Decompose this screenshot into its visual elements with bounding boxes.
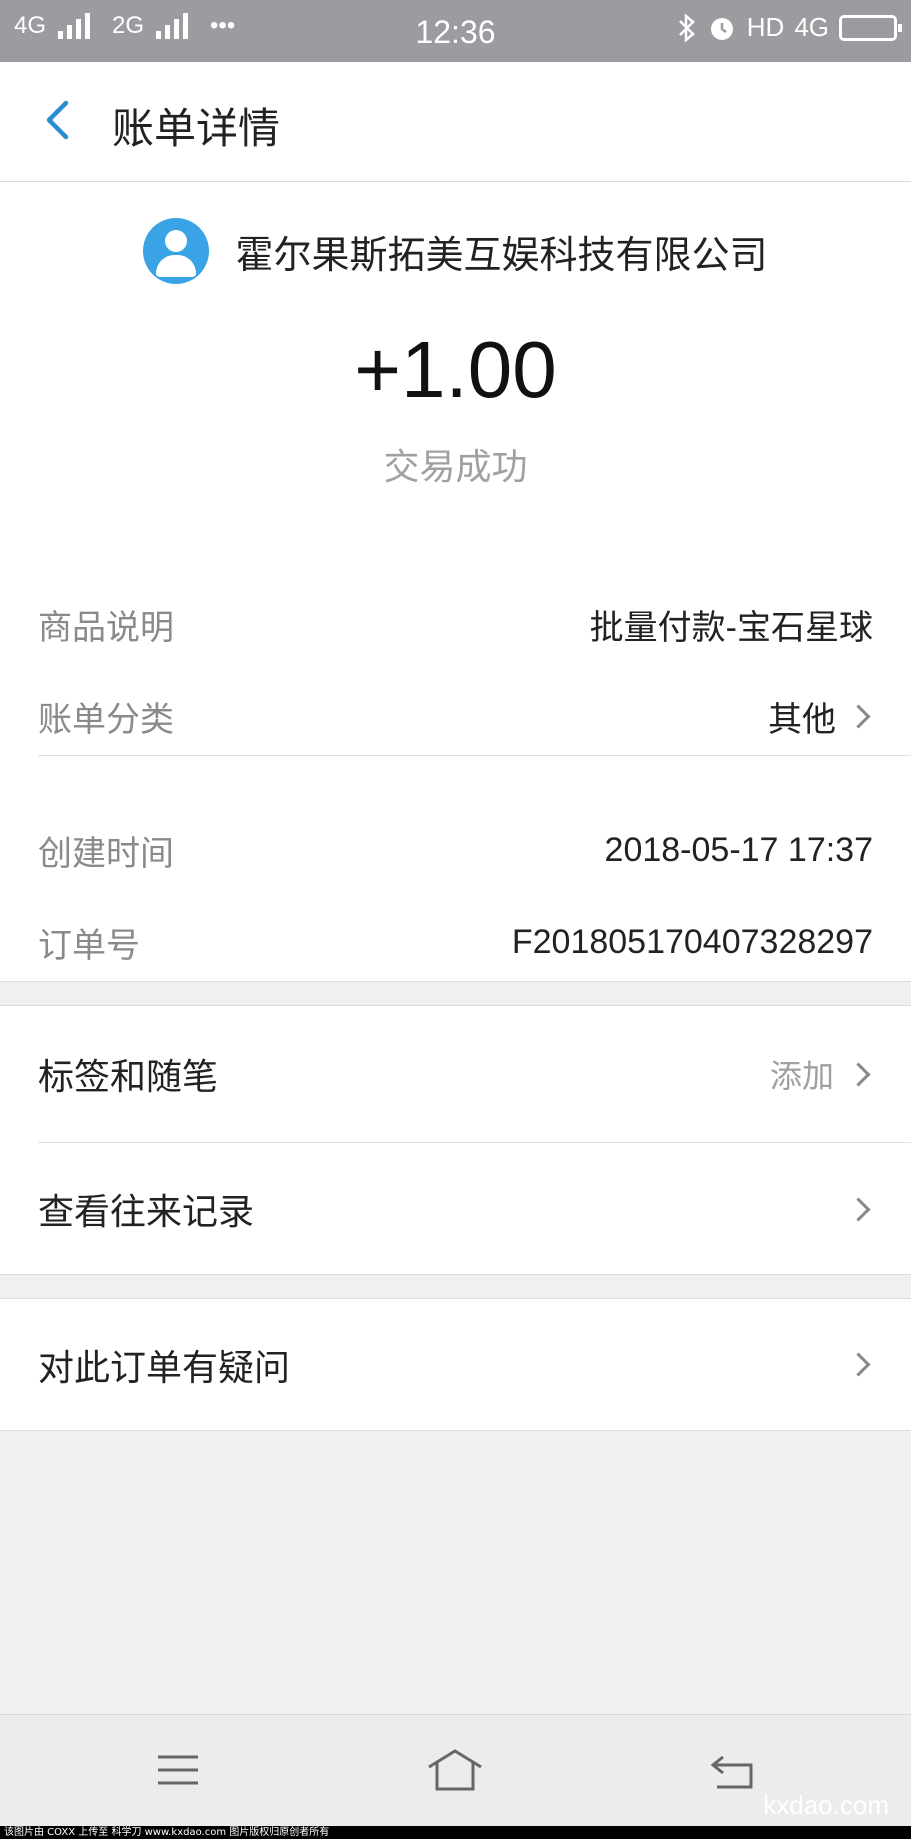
battery-icon <box>839 14 902 41</box>
watermark-site: kxdao.com <box>763 1790 889 1820</box>
merchant-info[interactable]: 霍尔果斯拓美互娱科技有限公司 <box>0 218 911 284</box>
item-label: 标签和随笔 <box>38 1057 219 1098</box>
watermark-caption: 该图片由 COXX 上传至 科学刀 www.kxdao.com 图片版权归原创者… <box>0 1826 911 1839</box>
tags-and-notes-item[interactable]: 标签和随笔 添加 <box>38 1006 873 1142</box>
detail-label: 订单号 <box>38 925 140 966</box>
item-label: 对此订单有疑问 <box>38 1347 291 1389</box>
app-header: 账单详情 <box>0 62 911 182</box>
merchant-avatar-icon <box>143 218 210 284</box>
chevron-right-icon <box>846 1061 871 1087</box>
back-arrow-icon[interactable] <box>40 100 76 140</box>
item-value <box>846 1352 873 1377</box>
detail-row-category[interactable]: 账单分类 其他 <box>38 686 873 746</box>
detail-value: 2018-05-17 17:37 <box>604 830 873 869</box>
transaction-amount: +1.00 <box>354 325 557 414</box>
chevron-right-icon <box>846 703 871 729</box>
merchant-name: 霍尔果斯拓美互娱科技有限公司 <box>235 232 768 277</box>
home-icon[interactable] <box>425 1745 485 1795</box>
status-bar: 4G 2G ••• 12:36 HD 4G <box>0 0 911 62</box>
menu-icon[interactable] <box>148 1745 208 1795</box>
transaction-status: 交易成功 <box>383 447 528 488</box>
network-label-3: 4G <box>794 12 829 42</box>
chevron-right-icon <box>846 1352 871 1377</box>
item-value: 添加 <box>770 1051 873 1097</box>
detail-row-created-time: 创建时间 2018-05-17 17:37 <box>38 820 873 880</box>
alarm-icon <box>710 17 733 40</box>
add-label: 添加 <box>769 1057 834 1095</box>
item-value <box>846 1196 873 1222</box>
bluetooth-icon <box>678 12 695 43</box>
detail-label: 账单分类 <box>38 699 174 740</box>
detail-value: 批量付款-宝石星球 <box>589 608 873 647</box>
detail-row-order-number: 订单号 F201805170407328297 <box>38 912 873 972</box>
detail-row-description: 商品说明 批量付款-宝石星球 <box>38 594 873 654</box>
category-value: 其他 <box>768 700 836 739</box>
detail-value: F201805170407328297 <box>511 922 873 961</box>
question-card: 对此订单有疑问 <box>0 1298 911 1431</box>
page-title: 账单详情 <box>112 104 281 153</box>
divider <box>38 755 911 756</box>
chevron-right-icon <box>846 1196 871 1222</box>
view-history-item[interactable]: 查看往来记录 <box>38 1143 873 1275</box>
detail-label: 商品说明 <box>38 607 174 648</box>
detail-value-wrap[interactable]: 其他 <box>768 692 873 741</box>
status-right: HD 4G <box>677 12 902 43</box>
transaction-summary: 霍尔果斯拓美互娱科技有限公司 +1.00 交易成功 商品说明 批量付款-宝石星球… <box>0 182 911 982</box>
item-label: 查看往来记录 <box>38 1192 255 1233</box>
actions-card: 标签和随笔 添加 查看往来记录 <box>0 1005 911 1275</box>
back-icon[interactable] <box>703 1745 763 1795</box>
hd-label: HD <box>746 12 785 42</box>
detail-label: 创建时间 <box>38 833 174 874</box>
order-question-item[interactable]: 对此订单有疑问 <box>38 1299 873 1430</box>
